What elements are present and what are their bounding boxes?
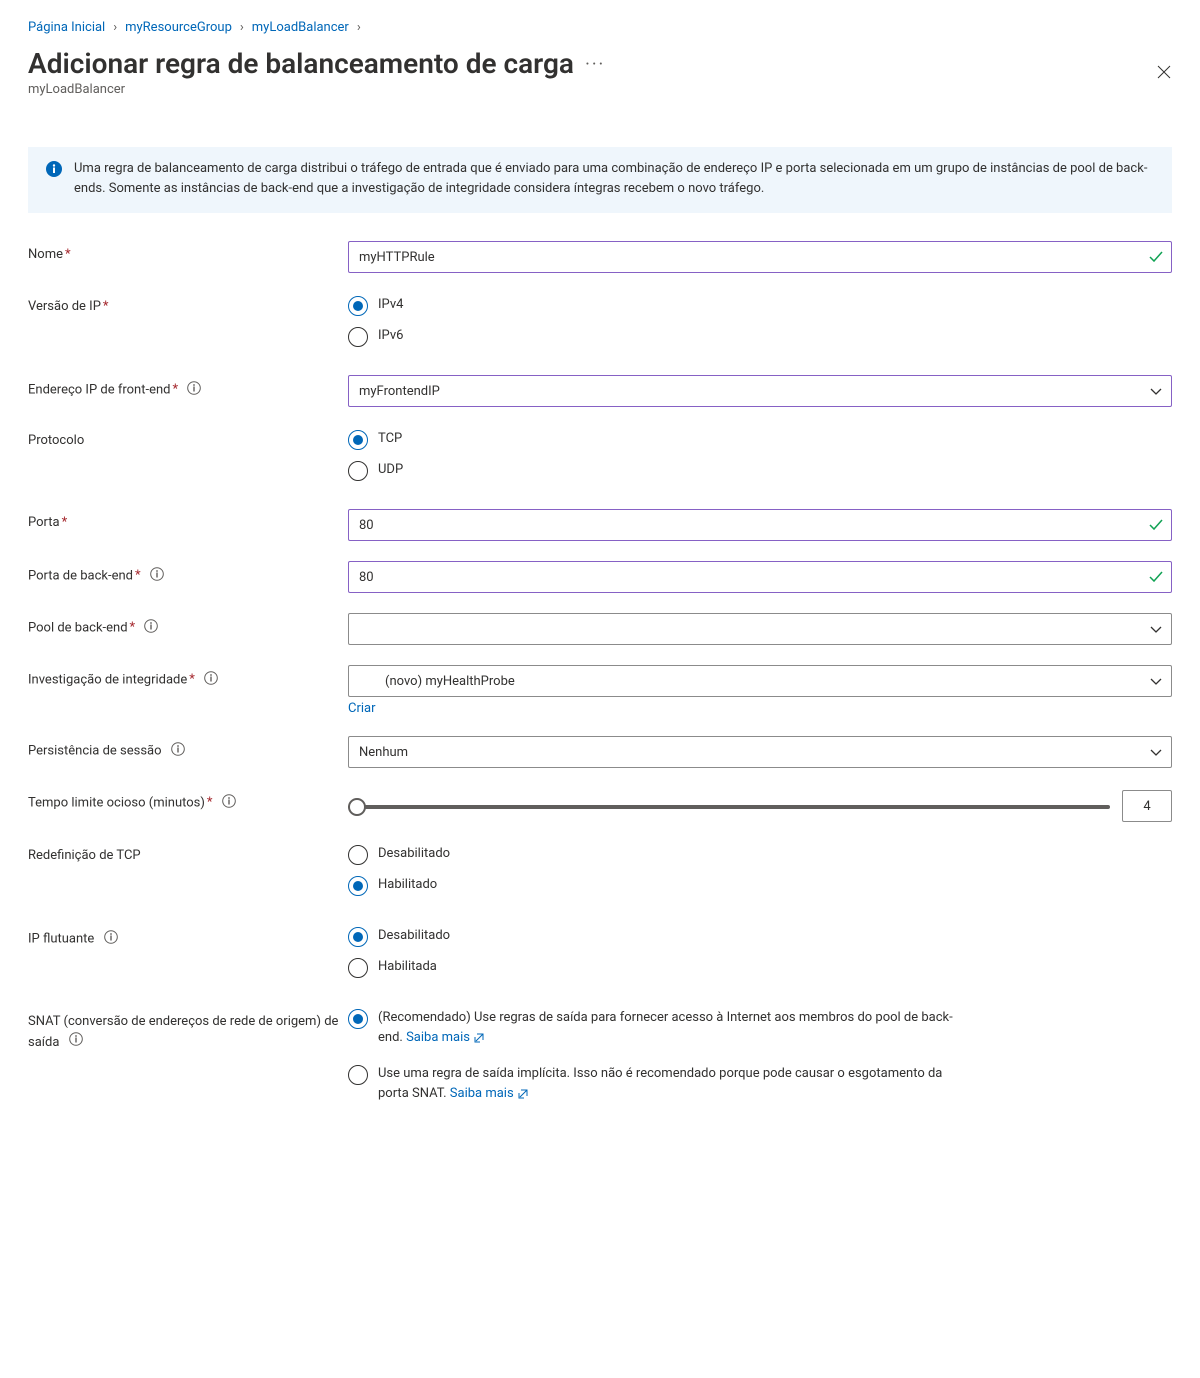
ipversion-ipv6-radio[interactable]: IPv6 bbox=[348, 326, 1172, 347]
snat-learn-more-link-1[interactable]: Saiba mais bbox=[450, 1086, 529, 1101]
name-label: Nome* bbox=[28, 241, 348, 262]
ipversion-label: Versão de IP* bbox=[28, 293, 348, 314]
chevron-right-icon: › bbox=[240, 20, 244, 35]
port-label: Porta* bbox=[28, 509, 348, 530]
idle-slider[interactable] bbox=[348, 796, 1110, 816]
breadcrumb-resource-group[interactable]: myResourceGroup bbox=[125, 20, 232, 35]
breadcrumb: Página Inicial › myResourceGroup › myLoa… bbox=[28, 20, 1172, 35]
info-icon bbox=[46, 161, 62, 177]
help-icon[interactable] bbox=[187, 381, 201, 395]
help-icon[interactable] bbox=[104, 930, 118, 944]
probe-label: Investigação de integridade* bbox=[28, 665, 348, 689]
external-link-icon bbox=[473, 1032, 485, 1044]
floatingip-disabled-radio[interactable]: Desabilitado bbox=[348, 926, 1172, 947]
snat-label: SNAT (conversão de endereços de rede de … bbox=[28, 1006, 348, 1053]
name-input[interactable]: myHTTPRule bbox=[348, 241, 1172, 273]
protocol-label: Protocolo bbox=[28, 427, 348, 448]
more-actions-icon[interactable]: ··· bbox=[585, 54, 605, 75]
idle-value-input[interactable]: 4 bbox=[1122, 790, 1172, 822]
snat-recommended-radio[interactable]: (Recomendado) Use regras de saída para f… bbox=[348, 1008, 1172, 1048]
check-icon bbox=[1148, 249, 1164, 265]
help-icon[interactable] bbox=[69, 1032, 83, 1046]
snat-implicit-radio[interactable]: Use uma regra de saída implícita. Isso n… bbox=[348, 1064, 1172, 1104]
session-label: Persistência de sessão bbox=[28, 736, 348, 760]
frontend-select[interactable]: myFrontendIP bbox=[348, 375, 1172, 407]
backendpool-label: Pool de back-end* bbox=[28, 613, 348, 637]
external-link-icon bbox=[517, 1088, 529, 1100]
floatingip-enabled-radio[interactable]: Habilitada bbox=[348, 957, 1172, 978]
help-icon[interactable] bbox=[222, 794, 236, 808]
backendport-label: Porta de back-end* bbox=[28, 561, 348, 585]
backendport-input[interactable]: 80 bbox=[348, 561, 1172, 593]
chevron-right-icon: › bbox=[357, 20, 361, 35]
protocol-tcp-radio[interactable]: TCP bbox=[348, 429, 1172, 450]
close-icon[interactable] bbox=[1156, 64, 1172, 80]
check-icon bbox=[1148, 569, 1164, 585]
snat-learn-more-link-0[interactable]: Saiba mais bbox=[406, 1030, 485, 1045]
info-banner: Uma regra de balanceamento de carga dist… bbox=[28, 147, 1172, 213]
tcpreset-enabled-radio[interactable]: Habilitado bbox=[348, 875, 1172, 896]
check-icon bbox=[1148, 517, 1164, 533]
help-icon[interactable] bbox=[150, 567, 164, 581]
backendpool-select[interactable] bbox=[348, 613, 1172, 645]
session-select[interactable]: Nenhum bbox=[348, 736, 1172, 768]
help-icon[interactable] bbox=[171, 742, 185, 756]
help-icon[interactable] bbox=[144, 619, 158, 633]
breadcrumb-home[interactable]: Página Inicial bbox=[28, 20, 105, 35]
page-subtitle: myLoadBalancer bbox=[28, 82, 605, 97]
probe-select[interactable]: (novo) myHealthProbe bbox=[348, 665, 1172, 697]
help-icon[interactable] bbox=[204, 671, 218, 685]
idle-label: Tempo limite ocioso (minutos)* bbox=[28, 788, 348, 812]
slider-thumb-icon[interactable] bbox=[348, 798, 366, 816]
chevron-right-icon: › bbox=[113, 20, 117, 35]
port-input[interactable]: 80 bbox=[348, 509, 1172, 541]
protocol-udp-radio[interactable]: UDP bbox=[348, 460, 1172, 481]
tcpreset-disabled-radio[interactable]: Desabilitado bbox=[348, 844, 1172, 865]
ipversion-ipv4-radio[interactable]: IPv4 bbox=[348, 295, 1172, 316]
breadcrumb-load-balancer[interactable]: myLoadBalancer bbox=[252, 20, 349, 35]
info-banner-text: Uma regra de balanceamento de carga dist… bbox=[74, 159, 1154, 199]
floatingip-label: IP flutuante bbox=[28, 924, 348, 948]
tcpreset-label: Redefinição de TCP bbox=[28, 842, 348, 863]
frontend-label: Endereço IP de front-end* bbox=[28, 375, 348, 399]
probe-create-link[interactable]: Criar bbox=[348, 701, 1172, 716]
page-title: Adicionar regra de balanceamento de carg… bbox=[28, 47, 574, 80]
